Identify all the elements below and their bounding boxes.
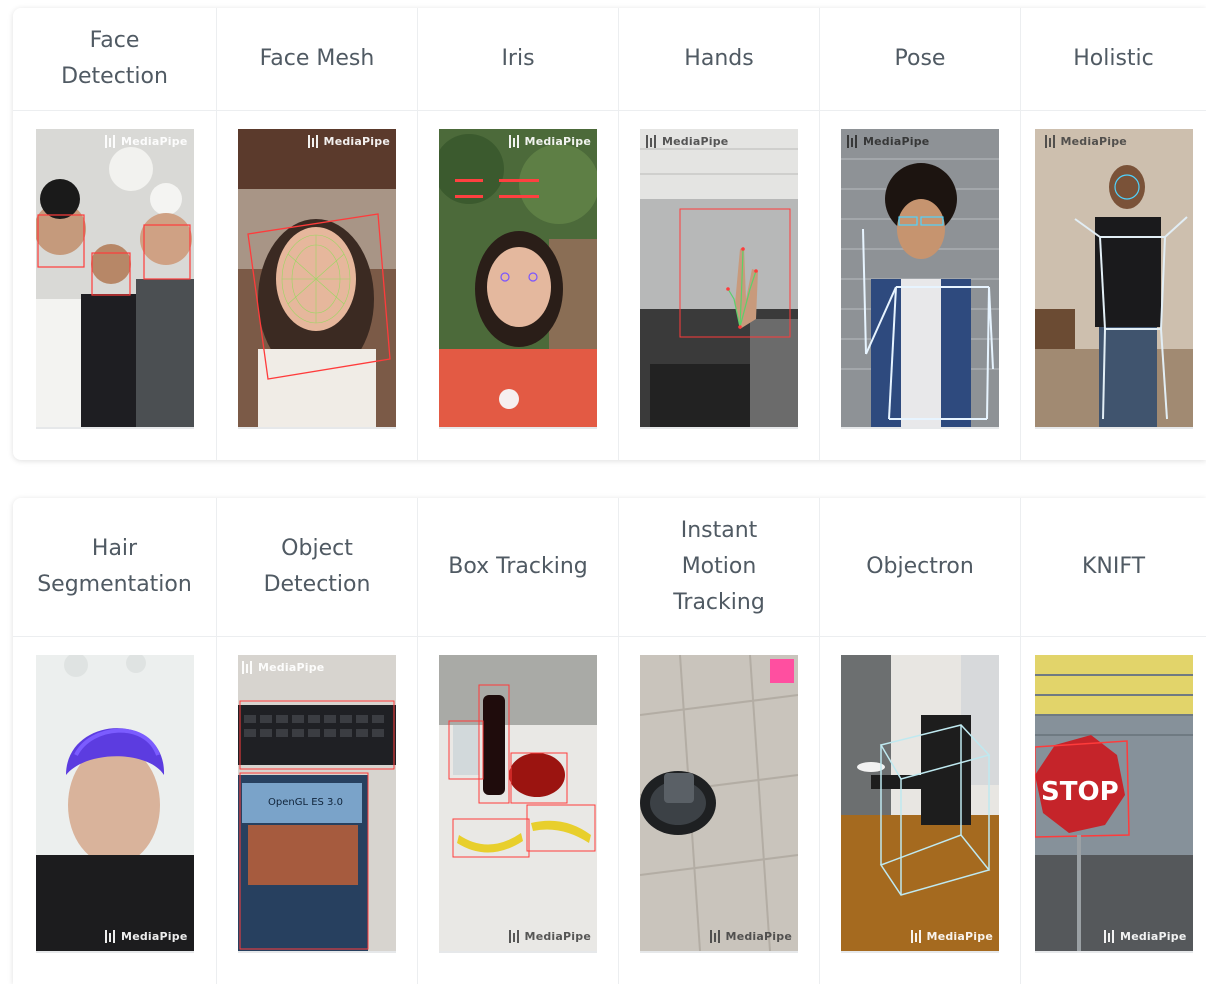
mediapipe-logo: MediaPipe bbox=[307, 135, 390, 148]
mediapipe-mark-icon bbox=[910, 930, 923, 943]
solution-iris[interactable]: Iris MediaPipe bbox=[418, 8, 619, 460]
iris-demo-image[interactable]: MediaPipe bbox=[439, 129, 597, 429]
solution-box-tracking[interactable]: Box Tracking MediaPipe bbox=[418, 498, 619, 984]
holistic-demo-image[interactable]: MediaPipe bbox=[1034, 129, 1193, 429]
mediapipe-logo: MediaPipe bbox=[508, 135, 591, 148]
mediapipe-mark-icon bbox=[1104, 930, 1117, 943]
face-mesh-demo-image[interactable]: MediaPipe bbox=[238, 129, 396, 429]
mediapipe-mark-icon bbox=[1044, 135, 1057, 148]
svg-text:STOP: STOP bbox=[1041, 777, 1119, 807]
mediapipe-mark-icon bbox=[105, 930, 118, 943]
object-detection-demo-image[interactable]: OpenGL ES 3.0 MediaPipe bbox=[238, 655, 396, 953]
mediapipe-mark-icon bbox=[709, 930, 722, 943]
solution-objectron[interactable]: Objectron MediaPipe bbox=[820, 498, 1021, 984]
mediapipe-mark-icon bbox=[847, 135, 859, 148]
pose-demo-image[interactable]: MediaPipe bbox=[841, 129, 999, 429]
instant-motion-tracking-demo-image[interactable]: MediaPipe bbox=[640, 655, 798, 953]
solution-pose[interactable]: Pose MediaPipe bbox=[820, 8, 1021, 460]
hair-segmentation-demo-image[interactable]: MediaPipe bbox=[35, 655, 194, 953]
knift-demo-image[interactable]: STOP MediaPipe bbox=[1034, 655, 1193, 953]
solution-holistic[interactable]: Holistic MediaPipe bbox=[1021, 8, 1206, 460]
solutions-row-2: Hair Segmentation MediaPipe Object Detec… bbox=[13, 498, 1206, 984]
mediapipe-logo: MediaPipe bbox=[1044, 135, 1127, 148]
objectron-demo-image[interactable]: MediaPipe bbox=[841, 655, 999, 953]
solution-object-detection[interactable]: Object Detection OpenGL ES 3.0 MediaPipe bbox=[217, 498, 418, 984]
face-detection-demo-image[interactable]: MediaPipe bbox=[35, 129, 194, 429]
solution-title[interactable]: Object Detection bbox=[217, 498, 417, 637]
mediapipe-mark-icon bbox=[646, 135, 658, 148]
mediapipe-logo: MediaPipe bbox=[847, 135, 929, 148]
solution-knift[interactable]: KNIFT STOP MediaPipe bbox=[1021, 498, 1206, 984]
solution-title[interactable]: Hands bbox=[619, 8, 819, 111]
mediapipe-logo: MediaPipe bbox=[910, 930, 993, 943]
hands-demo-image[interactable]: MediaPipe bbox=[640, 129, 798, 429]
solutions-row-1: Face Detection MediaPipe Face Mesh Media… bbox=[13, 8, 1206, 460]
mediapipe-logo: MediaPipe bbox=[105, 930, 187, 943]
solution-title[interactable]: Face Mesh bbox=[217, 8, 417, 111]
solution-title[interactable]: Box Tracking bbox=[418, 498, 618, 637]
solution-title[interactable]: Instant Motion Tracking bbox=[619, 498, 819, 637]
mediapipe-mark-icon bbox=[307, 135, 320, 148]
svg-text:OpenGL ES 3.0: OpenGL ES 3.0 bbox=[268, 797, 343, 808]
solution-title[interactable]: Face Detection bbox=[13, 8, 216, 111]
solution-title[interactable]: Iris bbox=[418, 8, 618, 111]
solution-hair-segmentation[interactable]: Hair Segmentation MediaPipe bbox=[13, 498, 217, 984]
mediapipe-logo: MediaPipe bbox=[709, 930, 792, 943]
solution-title[interactable]: Hair Segmentation bbox=[13, 498, 216, 637]
solution-title[interactable]: KNIFT bbox=[1021, 498, 1206, 637]
mediapipe-mark-icon bbox=[105, 135, 118, 148]
solution-hands[interactable]: Hands MediaPipe bbox=[619, 8, 820, 460]
mediapipe-logo: MediaPipe bbox=[1104, 930, 1186, 943]
mediapipe-logo: MediaPipe bbox=[242, 661, 324, 674]
solution-face-mesh[interactable]: Face Mesh MediaPipe bbox=[217, 8, 418, 460]
solution-instant-motion-tracking[interactable]: Instant Motion Tracking MediaPipe bbox=[619, 498, 820, 984]
box-tracking-demo-image[interactable]: MediaPipe bbox=[439, 655, 597, 953]
solution-title[interactable]: Objectron bbox=[820, 498, 1020, 637]
mediapipe-logo: MediaPipe bbox=[105, 135, 187, 148]
mediapipe-mark-icon bbox=[242, 661, 254, 674]
solution-face-detection[interactable]: Face Detection MediaPipe bbox=[13, 8, 217, 460]
mediapipe-mark-icon bbox=[508, 930, 521, 943]
mediapipe-logo: MediaPipe bbox=[646, 135, 728, 148]
mediapipe-mark-icon bbox=[508, 135, 521, 148]
solution-title[interactable]: Holistic bbox=[1021, 8, 1206, 111]
solution-title[interactable]: Pose bbox=[820, 8, 1020, 111]
mediapipe-logo: MediaPipe bbox=[508, 930, 591, 943]
